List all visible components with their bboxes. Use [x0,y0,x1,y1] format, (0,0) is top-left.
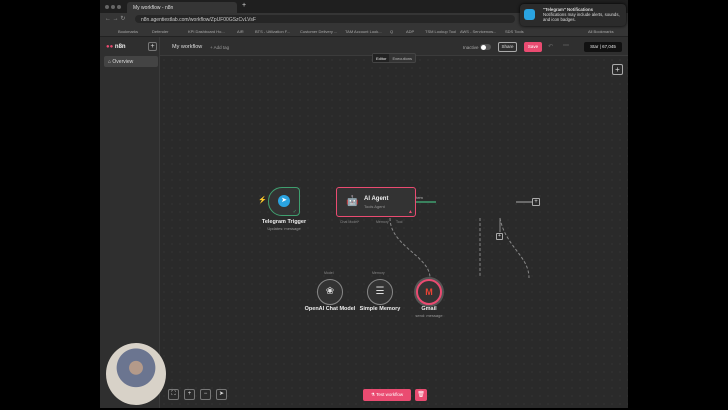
openai-icon: ❀ [325,286,335,297]
bookmark[interactable]: TSM Lookup Tool [425,29,456,34]
webcam-overlay [106,343,166,405]
history-icon[interactable]: ↶ [548,43,553,50]
ai-agent-node[interactable]: 🤖 AI Agent Tools Agent ▲ [336,187,416,217]
telegram-icon [524,9,535,20]
node-name: Gmail [421,306,437,312]
zoom-in-button[interactable]: + [184,389,195,400]
n8n-logo: ●● n8n [106,44,126,50]
tab-title: My workflow - n8n [133,5,174,11]
openai-chat-model-node[interactable]: ❀ [317,279,343,305]
connections [389,201,532,279]
add-tool-button[interactable]: + [496,233,503,240]
connection-line [499,217,530,279]
notification-popup[interactable]: "Telegram" Notifications Notifications m… [520,4,626,26]
robot-icon: 🤖 [346,196,359,207]
bookmark[interactable]: Bookmarks [118,29,138,34]
tidy-up-button[interactable]: ➤ [216,389,227,400]
node-subtitle: Updates: message [267,226,301,231]
browser-window: My workflow - n8n + ← → ↻ n8n.agentiestl… [100,0,628,408]
node-subtitle: Tools Agent [364,204,385,209]
warning-icon: ▲ [408,209,413,215]
bookmark[interactable]: AIR [237,29,244,34]
sidebar-item-overview[interactable]: ⌂ Overview [104,56,158,67]
workflow-canvas[interactable]: Editor Executions + ➤ ✓ ⚡ Telegram Trigg… [160,53,628,408]
bookmark[interactable]: BTS - Utilization F... [255,29,290,34]
bookmarks-bar: Bookmarks Defender KPI Dashboard Ho... A… [100,25,628,37]
bookmark[interactable]: Q [390,29,393,34]
bookmark[interactable]: All Bookmarks [588,29,614,34]
add-tag-button[interactable]: + Add tag [210,45,229,50]
url-text: n8n.agentiestlab.com/workflow/ZpUF00GSzC… [141,16,256,23]
telegram-trigger-node[interactable]: ➤ ✓ [268,187,300,216]
add-button[interactable]: + [148,42,157,51]
connection-line [389,217,431,279]
bookmark[interactable]: Defender [152,29,168,34]
database-icon: ☰ [375,286,385,297]
delete-button[interactable]: 🗑 [415,389,427,401]
bookmark[interactable]: Customer Delivery ... [300,29,337,34]
browser-tab[interactable]: My workflow - n8n [127,2,237,13]
maximize-window-button[interactable] [117,5,121,9]
simple-memory-node[interactable]: ☰ [367,279,393,305]
test-workflow-button[interactable]: ⚗ Test workflow [363,389,411,401]
nav-buttons[interactable]: ← → ↻ [105,15,125,22]
telegram-icon: ➤ [278,195,290,207]
minimize-window-button[interactable] [111,5,115,9]
close-window-button[interactable] [105,5,109,9]
more-options-icon[interactable]: ⋯ [563,42,569,49]
port-label: Memory [372,271,385,275]
bookmark[interactable]: TAM Account Look... [345,29,382,34]
bookmark[interactable]: ADP [406,29,414,34]
bookmark[interactable]: SDS Tools [505,29,524,34]
node-subtitle: send: message [415,313,443,318]
github-star-button[interactable]: Star | 67,045 [584,42,622,52]
node-name: Telegram Trigger [261,219,307,225]
trigger-bolt-icon: ⚡ [258,197,267,204]
sidebar-item-label: Overview [112,59,134,65]
port-label: Chat Model* [340,220,360,224]
status-label: Inactive [463,45,479,50]
new-tab-button[interactable]: + [242,2,246,9]
save-button[interactable]: Save [524,42,542,52]
url-input[interactable]: n8n.agentiestlab.com/workflow/ZpUF00GSzC… [135,15,515,23]
workflow-title[interactable]: My workflow [172,44,202,50]
port-label: Model [324,271,334,275]
share-button[interactable]: Share [498,42,517,52]
gmail-node[interactable]: M [416,279,442,305]
bookmark[interactable]: AWS - Servicenow... [460,29,496,34]
fit-view-button[interactable]: ⛶ [168,389,179,400]
add-output-button[interactable]: + [532,198,540,206]
bookmark[interactable]: KPI Dashboard Ho... [188,29,225,34]
gmail-icon: M [425,287,433,297]
node-name: AI Agent [364,196,389,202]
zoom-out-button[interactable]: − [200,389,211,400]
success-check-icon: ✓ [292,209,297,215]
notification-body: Notifications may include alerts, sounds… [543,12,620,22]
port-label: Memory [376,220,389,224]
port-label: Tool [396,220,403,224]
active-toggle[interactable] [480,44,491,50]
